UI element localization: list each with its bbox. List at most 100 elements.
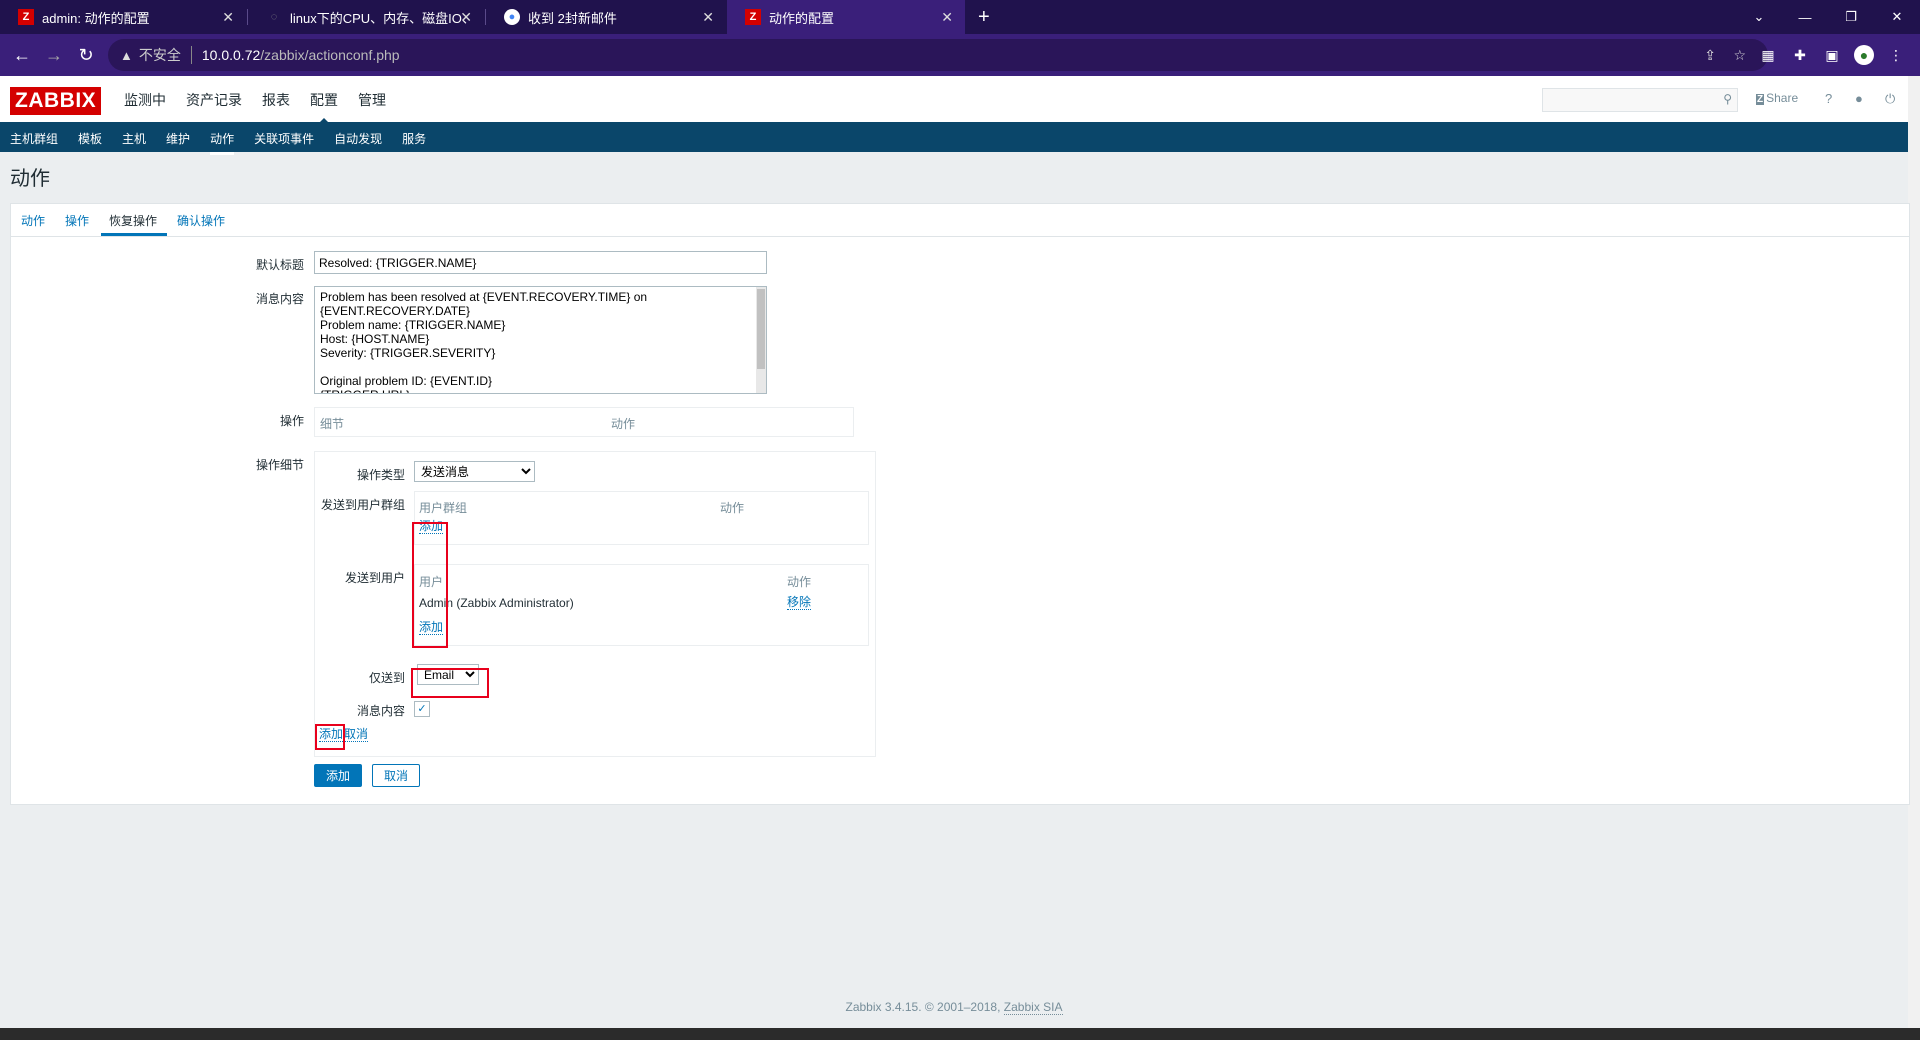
default-message-checkbox-label: 消息内容 — [356, 704, 405, 718]
sub-menu-bar: 主机群组 模板 主机 维护 动作 关联项事件 自动发现 服务 — [0, 122, 1908, 155]
address-bar[interactable]: ▲ 不安全 10.0.0.72/zabbix/actionconf.php ⇪ … — [108, 39, 1768, 71]
zabbix-favicon-icon: Z — [18, 9, 34, 25]
inner-add-link[interactable]: 添加 — [319, 728, 344, 742]
browser-toolbar: ← → ↻ ▲ 不安全 10.0.0.72/zabbix/actionconf.… — [0, 34, 1920, 76]
page-title: 动作 — [10, 168, 50, 190]
submenu-services[interactable]: 服务 — [402, 130, 426, 147]
tab-recovery-operations[interactable]: 恢复操作 — [109, 212, 157, 229]
zabbix-share-icon: Z — [1756, 94, 1765, 105]
add-user-link[interactable]: 添加 — [419, 621, 444, 635]
users-col-action: 动作 — [787, 575, 812, 589]
profile-avatar-icon[interactable]: ● — [1854, 45, 1874, 65]
action-form-panel: 动作 操作 恢复操作 确认操作 默认标题 消息内容 Problem has be… — [10, 203, 1910, 805]
insecure-label[interactable]: 不安全 — [139, 45, 181, 65]
textarea-scrollbar[interactable] — [756, 287, 766, 393]
logout-power-icon[interactable]: ⏻ — [1885, 91, 1895, 107]
close-icon[interactable]: ✕ — [460, 9, 472, 26]
top-menu: 监测中 资产记录 报表 配置 管理 — [124, 90, 406, 124]
plus-icon: + — [978, 5, 990, 28]
default-subject-input[interactable] — [314, 251, 767, 274]
form-tabs: 动作 操作 恢复操作 确认操作 — [11, 204, 1909, 237]
submenu-event-correlation[interactable]: 关联项事件 — [254, 130, 314, 147]
browser-tab-title: 收到 2封新邮件 — [528, 10, 617, 26]
browser-tab-title: admin: 动作的配置 — [42, 10, 150, 26]
browser-tab-bar: Z admin: 动作的配置 ✕ ◌ linux下的CPU、内存、磁盘IO、 ✕… — [0, 0, 1920, 34]
reload-icon[interactable]: ↻ — [74, 43, 98, 67]
window-close-icon[interactable]: ✕ — [1874, 0, 1920, 34]
operations-label: 操作 — [279, 414, 304, 428]
submenu-hosts[interactable]: 主机 — [122, 130, 146, 147]
submenu-discovery[interactable]: 自动发现 — [334, 130, 382, 147]
share-page-icon[interactable]: ⇪ — [1704, 47, 1716, 64]
operation-type-label: 操作类型 — [356, 468, 405, 482]
submit-add-button[interactable]: 添加 — [314, 764, 362, 787]
tab-acknowledge-operations[interactable]: 确认操作 — [177, 212, 225, 229]
operations-table: 细节 动作 — [314, 407, 854, 437]
warning-triangle-icon[interactable]: ▲ — [120, 48, 133, 63]
close-icon[interactable]: ✕ — [222, 9, 234, 26]
operation-details-box: 操作类型 发送消息 发送到用户群组 用户群组 动作 添加 发送到用户 用户 动作… — [314, 451, 876, 757]
mail-favicon-icon: ● — [504, 9, 520, 25]
browser-tab-2[interactable]: ◌ linux下的CPU、内存、磁盘IO、 ✕ — [248, 0, 484, 34]
tab-operations[interactable]: 操作 — [65, 212, 89, 229]
back-arrow-icon[interactable]: ← — [10, 43, 34, 67]
user-groups-col-action: 动作 — [720, 501, 745, 515]
user-profile-icon[interactable]: ● — [1855, 91, 1863, 106]
user-groups-table: 用户群组 动作 添加 — [414, 491, 869, 545]
browser-tab-1[interactable]: Z admin: 动作的配置 ✕ — [0, 0, 246, 34]
close-icon[interactable]: ✕ — [941, 9, 953, 26]
menu-item-monitoring[interactable]: 监测中 — [124, 90, 166, 110]
restore-icon[interactable]: ❐ — [1828, 0, 1874, 34]
submenu-maintenance[interactable]: 维护 — [166, 130, 190, 147]
more-menu-icon[interactable]: ⋮ — [1886, 45, 1906, 65]
new-tab-button[interactable]: + — [972, 0, 1002, 34]
browser-tab-4-active[interactable]: Z 动作的配置 ✕ — [727, 0, 965, 34]
menu-item-administration[interactable]: 管理 — [358, 90, 386, 110]
operations-col-details: 细节 — [320, 417, 345, 431]
users-col-user: 用户 — [419, 575, 444, 589]
submenu-actions[interactable]: 动作 — [210, 130, 235, 155]
submenu-templates[interactable]: 模板 — [78, 130, 102, 147]
add-user-group-link[interactable]: 添加 — [419, 520, 444, 534]
default-message-textarea[interactable]: Problem has been resolved at {EVENT.RECO… — [314, 286, 767, 394]
forward-arrow-icon[interactable]: → — [42, 43, 66, 67]
default-message-label: 消息内容 — [255, 292, 304, 306]
submit-cancel-button[interactable]: 取消 — [372, 764, 420, 787]
default-message-checkbox[interactable]: ✓ — [414, 701, 430, 717]
browser-tab-title: 动作的配置 — [769, 10, 835, 26]
footer-text: Zabbix 3.4.15. © 2001–2018, — [845, 1000, 1001, 1014]
close-icon[interactable]: ✕ — [702, 9, 714, 26]
send-only-to-select[interactable]: Email — [417, 664, 479, 685]
send-to-users-label: 发送到用户 — [344, 571, 405, 585]
sidebar-panel-icon[interactable]: ▣ — [1822, 45, 1842, 65]
minimize-icon[interactable]: — — [1782, 0, 1828, 34]
global-search[interactable]: ⚲ — [1542, 88, 1738, 112]
send-to-groups-label: 发送到用户群组 — [320, 498, 405, 512]
bookmark-star-icon[interactable]: ☆ — [1733, 47, 1746, 64]
tab-search-chevron-icon[interactable]: ⌄ — [1736, 0, 1782, 34]
menu-item-configuration[interactable]: 配置 — [310, 90, 338, 124]
browser-tab-title: linux下的CPU、内存、磁盘IO、 — [290, 10, 475, 26]
share-link[interactable]: Z Share — [1756, 91, 1798, 105]
menu-item-reports[interactable]: 报表 — [262, 90, 290, 110]
help-icon[interactable]: ? — [1825, 91, 1832, 106]
tab-action[interactable]: 动作 — [21, 212, 45, 229]
browser-tab-3[interactable]: ● 收到 2封新邮件 ✕ — [486, 0, 726, 34]
search-icon[interactable]: ⚲ — [1723, 92, 1732, 106]
zabbix-logo[interactable]: ZABBIX — [10, 87, 102, 115]
extensions-puzzle-icon[interactable]: ✚ — [1790, 45, 1810, 65]
submenu-host-groups[interactable]: 主机群组 — [10, 130, 58, 147]
active-tab-indicator — [101, 233, 167, 236]
extension-reader-icon[interactable]: ▦ — [1758, 45, 1778, 65]
operation-details-label: 操作细节 — [255, 458, 304, 472]
send-only-to-label: 仅送到 — [368, 671, 405, 685]
user-row-name: Admin (Zabbix Administrator) — [419, 596, 574, 610]
operation-type-select[interactable]: 发送消息 — [414, 461, 535, 482]
zabbix-header: ZABBIX 监测中 资产记录 报表 配置 管理 ⚲ Z Share ? ● ⏻ — [0, 76, 1908, 124]
remove-user-link[interactable]: 移除 — [787, 596, 812, 610]
inner-cancel-link[interactable]: 取消 — [344, 728, 369, 742]
search-input[interactable] — [1543, 89, 1711, 109]
divider — [190, 46, 192, 64]
menu-item-inventory[interactable]: 资产记录 — [186, 90, 242, 110]
footer-link[interactable]: Zabbix SIA — [1003, 1000, 1063, 1015]
